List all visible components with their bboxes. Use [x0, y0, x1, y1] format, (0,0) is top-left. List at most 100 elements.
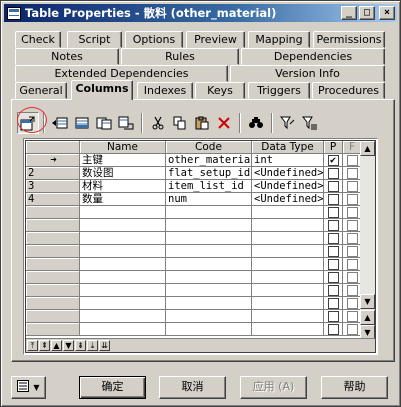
dropdown-arrow-icon: ▼: [33, 383, 40, 392]
more-menu-button[interactable]: ▼: [11, 376, 46, 399]
row-selector-arrow[interactable]: ➜: [26, 154, 80, 167]
empty-row[interactable]: [26, 258, 362, 271]
minimize-button[interactable]: _: [341, 6, 357, 20]
scroll-down-arrow-icon[interactable]: ▼: [360, 294, 375, 309]
paste-icon[interactable]: [191, 112, 213, 134]
columns-toolbar: [17, 111, 321, 135]
reuse-columns-icon[interactable]: [115, 112, 137, 134]
code-cell[interactable]: item_list_id: [166, 180, 252, 193]
tab-check[interactable]: Check: [15, 31, 61, 48]
scroll-up-arrow-icon[interactable]: ▲: [360, 310, 375, 325]
name-column-header[interactable]: Name: [80, 141, 166, 154]
foreign-checkbox[interactable]: [346, 194, 358, 205]
datatype-cell[interactable]: <Undefined>: [252, 193, 324, 206]
tab-options[interactable]: Options: [125, 31, 183, 48]
table-row[interactable]: 4 数量 num <Undefined>: [26, 193, 362, 206]
name-cell[interactable]: 主键: [80, 154, 166, 167]
row-number[interactable]: 3: [26, 180, 80, 193]
tab-permissions[interactable]: Permissions: [313, 31, 385, 48]
tab-keys[interactable]: Keys: [195, 82, 245, 99]
title-bar[interactable]: Table Properties - 散料 (other_material) _…: [4, 4, 397, 22]
empty-row[interactable]: [26, 219, 362, 232]
toolbar-separator: [43, 113, 45, 133]
empty-row[interactable]: [26, 245, 362, 258]
empty-row[interactable]: [26, 232, 362, 245]
datatype-column-header[interactable]: Data Type: [252, 141, 324, 154]
insert-row-icon[interactable]: [49, 112, 71, 134]
move-last-icon[interactable]: ⇊: [99, 340, 110, 351]
apply-button[interactable]: 应用 (A): [240, 376, 307, 399]
tab-indexes[interactable]: Indexes: [137, 82, 193, 99]
add-row-icon[interactable]: [71, 112, 93, 134]
find-icon[interactable]: [245, 112, 267, 134]
empty-row[interactable]: [26, 271, 362, 284]
move-up-icon[interactable]: ▲: [51, 340, 62, 351]
tab-rules[interactable]: Rules: [121, 48, 239, 65]
row-move-toolbar: ⤒ ⇞ ▲ ▼ ⇟ ⤓ ⇊: [26, 338, 375, 352]
list-icon: [17, 380, 30, 395]
tab-columns[interactable]: Columns: [71, 80, 133, 100]
primary-checkbox[interactable]: [327, 181, 339, 192]
copy-icon[interactable]: [169, 112, 191, 134]
foreign-checkbox[interactable]: [346, 181, 358, 192]
code-cell[interactable]: other_materia: [166, 154, 252, 167]
cut-icon[interactable]: [147, 112, 169, 134]
customize-columns-filter-icon[interactable]: [299, 112, 321, 134]
empty-row[interactable]: [26, 297, 362, 310]
code-cell[interactable]: flat_setup_id: [166, 167, 252, 180]
toolbar-separator: [271, 113, 273, 133]
datatype-cell[interactable]: <Undefined>: [252, 167, 324, 180]
tab-dependencies[interactable]: Dependencies: [241, 48, 385, 65]
table-row[interactable]: 2 数设图 flat_setup_id <Undefined>: [26, 167, 362, 180]
primary-checkbox[interactable]: ✔: [327, 155, 339, 166]
add-columns-icon[interactable]: [93, 112, 115, 134]
table-row[interactable]: ➜ 主键 other_materia int ✔: [26, 154, 362, 167]
datatype-cell[interactable]: <Undefined>: [252, 180, 324, 193]
table-icon: [7, 6, 21, 20]
foreign-checkbox[interactable]: [346, 168, 358, 179]
move-page-down-icon[interactable]: ⇟: [75, 340, 86, 351]
row-number[interactable]: 2: [26, 167, 80, 180]
primary-column-header[interactable]: P: [324, 141, 343, 154]
tab-procedures[interactable]: Procedures: [312, 82, 385, 99]
empty-row[interactable]: [26, 284, 362, 297]
close-button[interactable]: ×: [379, 6, 395, 20]
row-selector-header: [26, 141, 80, 154]
row-number[interactable]: 4: [26, 193, 80, 206]
name-cell[interactable]: 数量: [80, 193, 166, 206]
ok-button[interactable]: 确定: [79, 376, 146, 399]
columns-grid[interactable]: Name Code Data Type P F ➜ 主键 other_mater…: [23, 138, 378, 355]
empty-row[interactable]: [26, 206, 362, 219]
datatype-cell[interactable]: int: [252, 154, 324, 167]
primary-checkbox[interactable]: [327, 194, 339, 205]
properties-icon[interactable]: [17, 112, 39, 134]
grid-header-row: Name Code Data Type P F: [26, 141, 362, 154]
cancel-button[interactable]: 取消: [159, 376, 226, 399]
tab-version-info[interactable]: Version Info: [230, 65, 385, 82]
tab-script[interactable]: Script: [67, 31, 122, 48]
empty-row[interactable]: [26, 310, 362, 323]
code-cell[interactable]: num: [166, 193, 252, 206]
name-cell[interactable]: 材料: [80, 180, 166, 193]
table-row[interactable]: 3 材料 item_list_id <Undefined>: [26, 180, 362, 193]
move-bottom-icon[interactable]: ⤓: [87, 340, 98, 351]
filter-icon[interactable]: [277, 112, 299, 134]
empty-row[interactable]: [26, 323, 362, 336]
maximize-button[interactable]: □: [359, 6, 375, 20]
tab-preview[interactable]: Preview: [186, 31, 245, 48]
grid-vertical-scrollbar[interactable]: ▲ ▼ ▲ ▼: [360, 141, 375, 342]
tab-triggers[interactable]: Triggers: [248, 82, 310, 99]
primary-checkbox[interactable]: [327, 168, 339, 179]
tab-general[interactable]: General: [15, 82, 67, 99]
help-button[interactable]: 帮助: [321, 376, 388, 399]
tab-notes[interactable]: Notes: [15, 48, 119, 65]
move-page-up-icon[interactable]: ⇞: [39, 340, 50, 351]
move-down-icon[interactable]: ▼: [63, 340, 74, 351]
foreign-checkbox[interactable]: [346, 155, 358, 166]
scroll-up-arrow-icon[interactable]: ▲: [360, 141, 375, 156]
name-cell[interactable]: 数设图: [80, 167, 166, 180]
move-top-icon[interactable]: ⤒: [27, 340, 38, 351]
code-column-header[interactable]: Code: [166, 141, 252, 154]
delete-icon[interactable]: [213, 112, 235, 134]
tab-mapping[interactable]: Mapping: [248, 31, 310, 48]
